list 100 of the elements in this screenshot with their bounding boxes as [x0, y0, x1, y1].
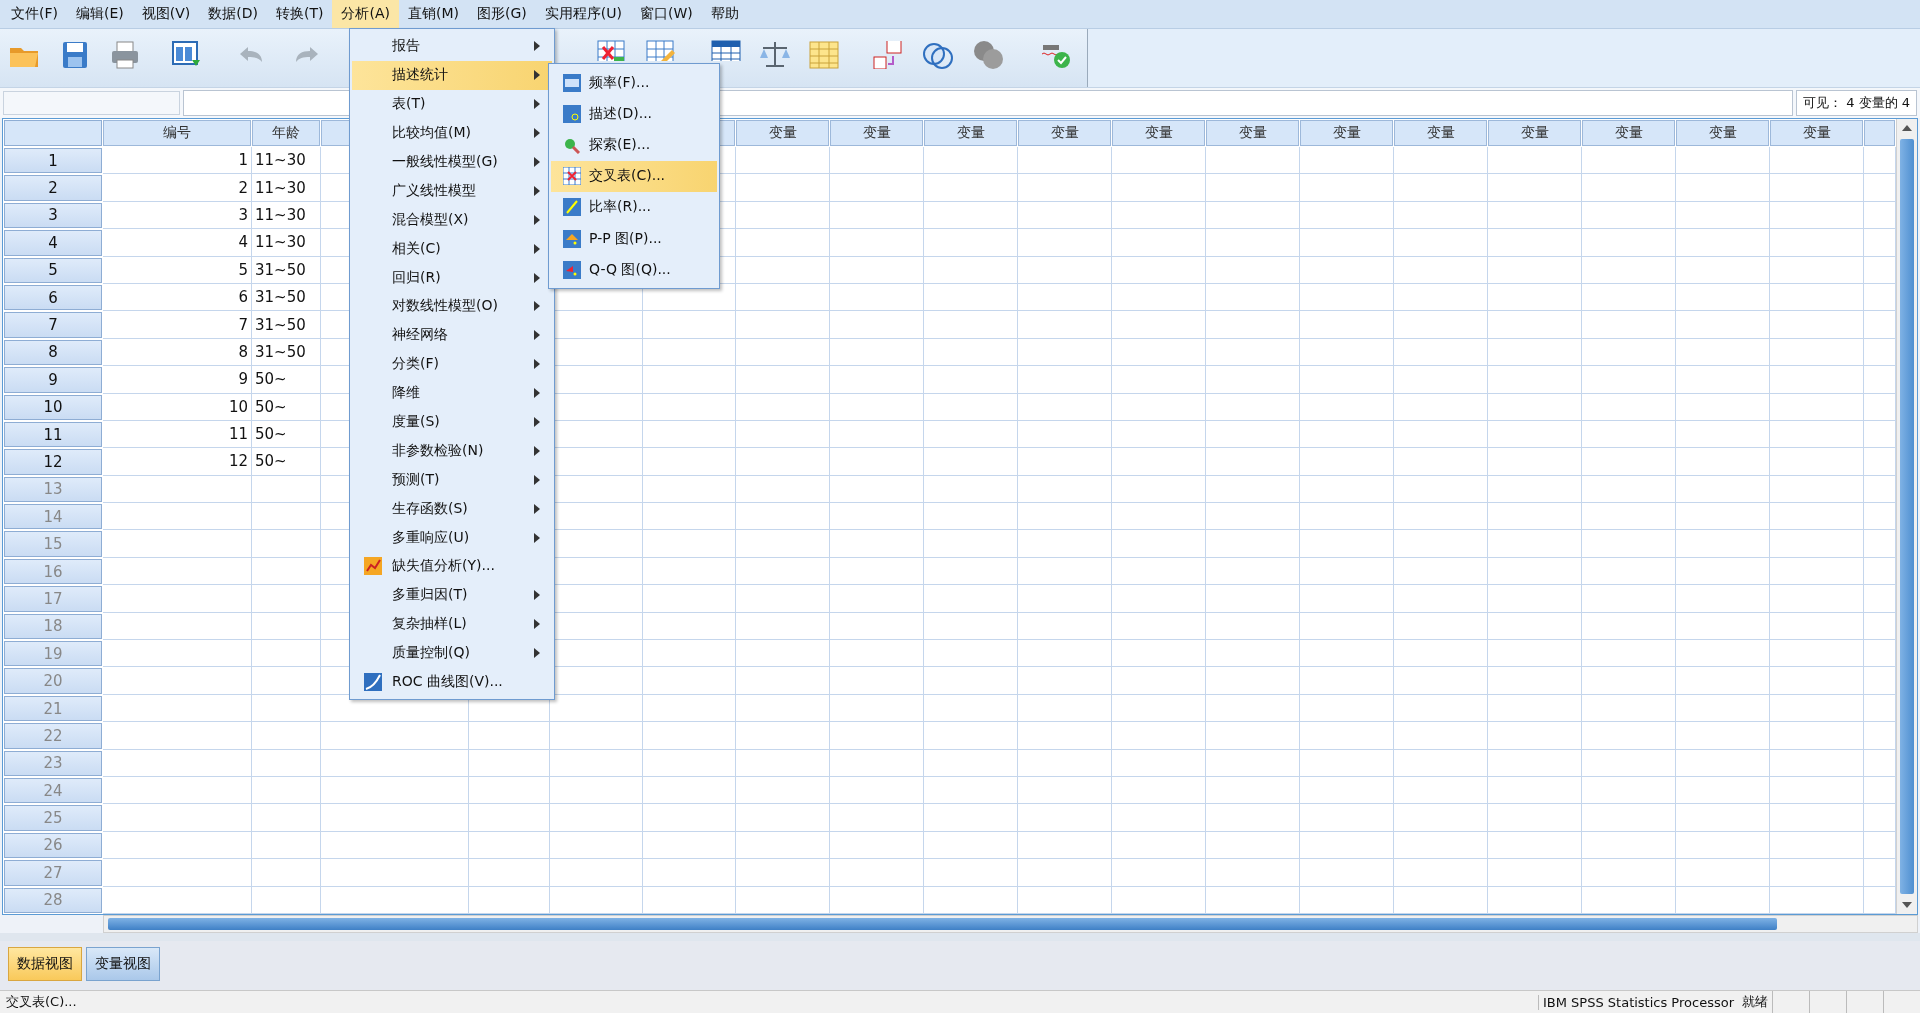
column-header[interactable]: 变量: [1488, 120, 1581, 146]
grid-pencil-icon: [646, 40, 676, 61]
submenu-arrow-icon: [534, 272, 540, 283]
column-header[interactable]: 变量: [830, 120, 923, 146]
column-header[interactable]: 变量: [924, 120, 1017, 146]
menu-item[interactable]: 报告: [352, 32, 552, 61]
view-tab[interactable]: 变量视图: [86, 946, 160, 981]
menu-bar-item[interactable]: 编辑(E): [67, 0, 133, 28]
menu-item[interactable]: 表(T): [352, 89, 552, 119]
crosstab-icon: [563, 167, 581, 186]
menu-item[interactable]: ROC 曲线图(V)...: [352, 667, 552, 697]
menu-item[interactable]: 降维: [352, 378, 552, 408]
view-tab[interactable]: 数据视图: [8, 946, 82, 981]
column-header[interactable]: 变量: [1300, 120, 1393, 146]
scroll-thumb[interactable]: [108, 917, 1777, 930]
submenu-arrow-icon: [534, 590, 540, 601]
table-cell: 31~50: [252, 256, 321, 284]
curve-icon: [364, 673, 382, 692]
row-number[interactable]: 1: [4, 148, 102, 174]
menu-item[interactable]: 非参数检验(N): [352, 436, 552, 466]
submenu-arrow-icon: [534, 243, 540, 254]
menu-item[interactable]: 预测(T): [352, 465, 552, 495]
menu-bar-item[interactable]: 文件(F): [2, 0, 67, 28]
status-message: 交叉表(C)...: [5, 993, 78, 1011]
column-header[interactable]: 变量: [1394, 120, 1487, 146]
submenu-arrow-icon: [534, 301, 540, 312]
menu-item[interactable]: 相关(C): [352, 234, 552, 264]
menu-bar-item[interactable]: 实用程序(U): [535, 0, 631, 28]
menu-bar-item[interactable]: 直销(M): [399, 0, 468, 28]
vertical-scrollbar[interactable]: [1896, 119, 1917, 914]
row-number[interactable]: 12: [4, 449, 102, 475]
column-header[interactable]: 编号: [103, 120, 251, 146]
menu-item[interactable]: 描述(D)...: [551, 98, 717, 130]
column-header[interactable]: 变量: [1676, 120, 1769, 146]
menu-item[interactable]: 回归(R): [352, 263, 552, 292]
menu-bar-item[interactable]: 帮助: [701, 0, 748, 28]
row-number[interactable]: 9: [4, 367, 102, 393]
row-number[interactable]: 7: [4, 312, 102, 338]
spreadsheet-icon: [809, 41, 839, 69]
menu-item[interactable]: P-P 图(P)...: [551, 222, 717, 255]
scroll-down-icon[interactable]: [1902, 901, 1912, 908]
menu-item[interactable]: 描述统计: [352, 60, 552, 90]
row-number[interactable]: 11: [4, 421, 102, 448]
menu-bar-item[interactable]: 转换(T): [267, 0, 333, 28]
submenu-arrow-icon: [534, 445, 540, 456]
menu-item[interactable]: 交叉表(C)...: [551, 160, 717, 192]
table-cell: 50~: [252, 393, 321, 421]
row-number[interactable]: 2: [4, 175, 102, 201]
menu-item[interactable]: 生存函数(S): [352, 494, 552, 524]
column-header[interactable]: [1864, 120, 1895, 146]
menu-item[interactable]: 度量(S): [352, 407, 552, 437]
menu-item[interactable]: 一般线性模型(G): [352, 147, 552, 177]
menu-item[interactable]: 比率(R)...: [551, 191, 717, 223]
menu-item[interactable]: Q-Q 图(Q)...: [551, 254, 717, 286]
menu-item[interactable]: 神经网络: [352, 320, 552, 350]
menu-bar-item[interactable]: 视图(V): [132, 0, 200, 28]
column-header[interactable]: 年龄: [252, 120, 320, 146]
column-header[interactable]: 变量: [736, 120, 829, 146]
row-number[interactable]: 4: [4, 230, 102, 256]
table-cell: 5: [103, 256, 252, 284]
column-header[interactable]: 变量: [1018, 120, 1111, 146]
table-cell: 10: [103, 393, 252, 421]
menu-item[interactable]: 比较均值(M): [352, 118, 552, 148]
menu-bar-item[interactable]: 分析(A): [332, 0, 399, 28]
table-icon: [711, 40, 741, 61]
column-header[interactable]: 变量: [1112, 120, 1205, 146]
menu-item[interactable]: 多重归因(T): [352, 580, 552, 610]
menu-item[interactable]: 对数线性模型(O): [352, 292, 552, 321]
row-number[interactable]: 3: [4, 202, 102, 229]
table-cell: 6: [103, 283, 252, 312]
menu-item[interactable]: 混合模型(X): [352, 205, 552, 235]
table-cell: 11~30: [252, 174, 321, 202]
row-number[interactable]: 5: [4, 257, 102, 283]
scroll-up-icon[interactable]: [1902, 125, 1912, 131]
menu-item[interactable]: 复杂抽样(L): [352, 609, 552, 639]
menu-item[interactable]: 分类(F): [352, 349, 552, 379]
table-cell: 11~30: [252, 147, 321, 175]
column-header[interactable]: 变量: [1770, 120, 1863, 146]
chart-icon: [364, 557, 382, 576]
menu-item[interactable]: 多重响应(U): [352, 523, 552, 553]
menu-bar-item[interactable]: 图形(G): [468, 0, 536, 28]
row-number[interactable]: 6: [4, 284, 102, 311]
submenu-arrow-icon: [534, 99, 540, 110]
menu-bar-item[interactable]: 窗口(W): [630, 0, 702, 28]
row-number[interactable]: 8: [4, 339, 102, 366]
column-header[interactable]: 变量: [1206, 120, 1299, 146]
row-number[interactable]: 10: [4, 394, 102, 420]
menu-item[interactable]: 探索(E)...: [551, 129, 717, 161]
scroll-thumb[interactable]: [1900, 139, 1914, 894]
cell-reference-field[interactable]: [3, 91, 180, 115]
ready-status: 就绪: [1741, 993, 1769, 1011]
menu-item[interactable]: 质量控制(Q): [352, 638, 552, 668]
ratio-icon: [563, 198, 581, 217]
menu-bar-item[interactable]: 数据(D): [199, 0, 267, 28]
submenu-arrow-icon: [534, 388, 540, 399]
table-cell: 8: [103, 338, 252, 367]
column-header[interactable]: 变量: [1582, 120, 1675, 146]
menu-item[interactable]: 频率(F)...: [551, 67, 717, 99]
menu-item[interactable]: 缺失值分析(Y)...: [352, 552, 552, 581]
menu-item[interactable]: 广义线性模型: [352, 176, 552, 206]
